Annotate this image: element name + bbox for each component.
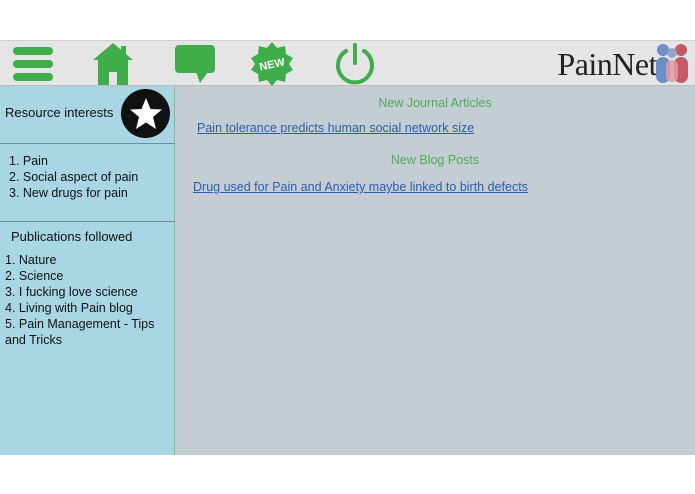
- blog-posts-heading: New Blog Posts: [390, 153, 480, 167]
- journal-article-link[interactable]: Pain tolerance predicts human social net…: [197, 121, 474, 135]
- blog-post-link[interactable]: Drug used for Pain and Anxiety maybe lin…: [193, 180, 528, 194]
- list-item[interactable]: 3. I fucking love science: [5, 284, 170, 300]
- new-badge-icon[interactable]: NEW: [249, 41, 295, 87]
- sidebar-divider: [0, 143, 175, 144]
- journal-articles-heading: New Journal Articles: [378, 96, 492, 110]
- list-item[interactable]: 1. Pain: [9, 153, 138, 169]
- logo-text: PainNet: [557, 45, 657, 82]
- chat-icon[interactable]: [174, 41, 216, 87]
- resource-interests-title: Resource interests: [5, 105, 114, 120]
- power-icon[interactable]: [333, 41, 377, 87]
- list-item[interactable]: 2. Science: [5, 268, 170, 284]
- main-content: New Journal Articles Pain tolerance pred…: [175, 86, 695, 455]
- list-item[interactable]: 2. Social aspect of pain: [9, 169, 138, 185]
- list-item[interactable]: 4. Living with Pain blog: [5, 300, 170, 316]
- painnet-logo: PainNet: [557, 41, 691, 87]
- list-item[interactable]: 1. Nature: [5, 252, 170, 268]
- resource-interests-list: 1. Pain 2. Social aspect of pain 3. New …: [9, 153, 138, 201]
- favorite-star-icon[interactable]: [121, 89, 170, 138]
- home-icon[interactable]: [92, 41, 134, 87]
- publications-list: 1. Nature 2. Science 3. I fucking love s…: [5, 252, 170, 348]
- list-item[interactable]: 5. Pain Management - Tips and Tricks: [5, 316, 170, 348]
- menu-icon[interactable]: [12, 41, 54, 87]
- sidebar-divider: [0, 221, 175, 222]
- list-item[interactable]: 3. New drugs for pain: [9, 185, 138, 201]
- publications-followed-title: Publications followed: [11, 229, 133, 244]
- toolbar: NEW PainNet: [0, 40, 695, 86]
- people-icon: [656, 44, 688, 83]
